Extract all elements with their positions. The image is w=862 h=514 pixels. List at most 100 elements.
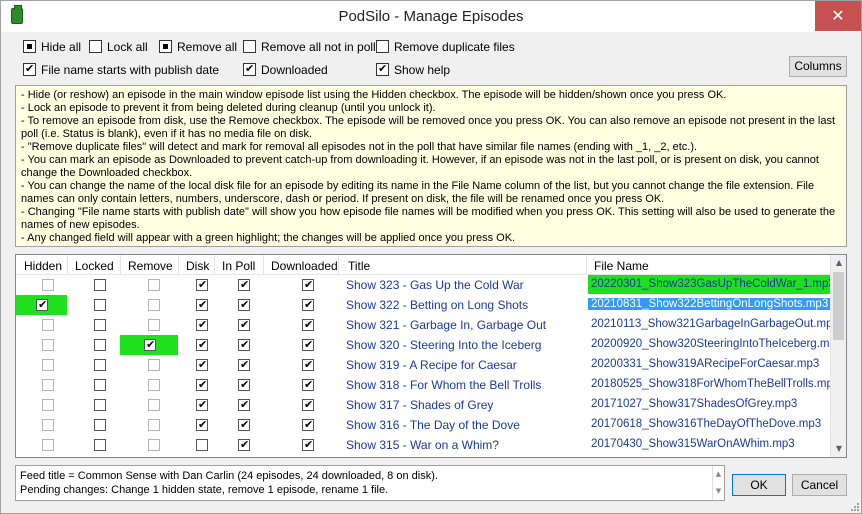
hide-all-option[interactable]: Hide all [23,40,81,54]
in-poll-checkbox[interactable] [238,438,250,451]
in-poll-checkbox[interactable] [238,378,250,391]
downloaded-checkbox[interactable] [302,338,314,351]
remove-duplicates-option[interactable]: Remove duplicate files [376,40,515,54]
episode-file-name[interactable]: 20220301_Show323GasUpTheColdWar_1.mp3 [588,275,835,294]
remove-checkbox[interactable] [144,338,156,351]
publish-date-checkbox[interactable] [23,62,36,77]
hidden-checkbox[interactable] [42,399,54,411]
hidden-checkbox[interactable] [42,439,54,451]
episode-title[interactable]: Show 323 - Gas Up the Cold War [346,278,524,292]
table-row[interactable]: Show 316 - The Day of the Dove 20170618_S… [16,415,832,435]
show-help-checkbox[interactable] [376,62,389,77]
locked-checkbox[interactable] [94,359,106,371]
table-row[interactable]: Show 321 - Garbage In, Garbage Out 202101… [16,315,839,335]
status-scrollbar[interactable]: ▲ ▼ [712,466,724,500]
hidden-checkbox[interactable] [42,279,54,291]
remove-checkbox[interactable] [148,279,160,291]
in-poll-checkbox[interactable] [238,318,250,331]
cancel-button[interactable]: Cancel [792,474,847,496]
episode-title[interactable]: Show 322 - Betting on Long Shots [346,298,528,312]
downloaded-option[interactable]: Downloaded [243,62,328,77]
downloaded-checkbox[interactable] [302,378,314,391]
column-header-in-poll[interactable]: In Poll [222,259,255,273]
scroll-up-icon[interactable]: ▲ [831,255,846,271]
disk-checkbox[interactable] [196,398,208,411]
hidden-checkbox[interactable] [42,339,54,351]
remove-checkbox[interactable] [148,419,160,431]
downloaded-checkbox[interactable] [243,62,256,77]
in-poll-checkbox[interactable] [238,398,250,411]
episode-file-name[interactable]: 20200331_Show319ARecipeForCaesar.mp3 [588,358,822,370]
column-header-title[interactable]: Title [348,259,370,273]
scrollbar-thumb[interactable] [833,272,844,340]
disk-checkbox[interactable] [196,338,208,351]
column-header-locked[interactable]: Locked [75,259,114,273]
resize-grip-icon[interactable] [849,501,859,511]
locked-checkbox[interactable] [94,379,106,391]
scroll-down-icon[interactable]: ▼ [831,441,846,457]
downloaded-checkbox[interactable] [302,298,314,311]
publish-date-option[interactable]: File name starts with publish date [23,62,219,77]
disk-checkbox[interactable] [196,358,208,371]
episode-file-name[interactable]: 20200920_Show320SteeringIntoTheIceberg.m… [588,338,845,350]
table-row[interactable]: Show 319 - A Recipe for Caesar 20200331_S… [16,355,832,375]
episode-title[interactable]: Show 321 - Garbage In, Garbage Out [346,318,546,332]
remove-duplicates-checkbox[interactable] [376,40,389,54]
table-row[interactable]: Show 317 - Shades of Grey 20171027_Show31… [16,395,832,415]
column-header-hidden[interactable]: Hidden [24,259,62,273]
episode-title[interactable]: Show 319 - A Recipe for Caesar [346,358,517,372]
in-poll-checkbox[interactable] [238,338,250,351]
downloaded-checkbox[interactable] [302,318,314,331]
hidden-checkbox[interactable] [42,379,54,391]
remove-all-option[interactable]: Remove all [159,40,237,54]
ok-button[interactable]: OK [732,474,786,496]
hide-all-checkbox[interactable] [23,40,36,54]
columns-button[interactable]: Columns [789,56,847,77]
locked-checkbox[interactable] [94,399,106,411]
hidden-checkbox[interactable] [36,298,48,311]
close-button[interactable]: ✕ [815,1,861,31]
disk-checkbox[interactable] [196,278,208,291]
downloaded-checkbox[interactable] [302,418,314,431]
episode-file-name[interactable]: 20171027_Show317ShadesOfGrey.mp3 [588,398,800,410]
disk-checkbox[interactable] [196,378,208,391]
remove-not-in-poll-checkbox[interactable] [243,40,256,54]
remove-all-checkbox[interactable] [159,40,172,54]
locked-checkbox[interactable] [94,319,106,331]
episode-title[interactable]: Show 316 - The Day of the Dove [346,418,520,432]
remove-checkbox[interactable] [148,439,160,451]
hidden-checkbox[interactable] [42,359,54,371]
remove-checkbox[interactable] [148,299,160,311]
table-row[interactable]: Show 320 - Steering Into the Iceberg 2020… [16,335,842,355]
episode-list[interactable]: Hidden Locked Remove Disk In Poll Downlo… [15,254,847,458]
episode-file-name[interactable]: 20180525_Show318ForWhomTheBellTrolls.mp3 [588,378,842,390]
downloaded-checkbox[interactable] [302,398,314,411]
lock-all-checkbox[interactable] [89,40,102,54]
in-poll-checkbox[interactable] [238,418,250,431]
episode-title[interactable]: Show 318 - For Whom the Bell Trolls [346,378,541,392]
locked-checkbox[interactable] [94,279,106,291]
remove-checkbox[interactable] [148,359,160,371]
episode-file-name[interactable]: 20170618_Show316TheDayOfTheDove.mp3 [588,418,824,430]
episode-title[interactable]: Show 320 - Steering Into the Iceberg [346,338,541,352]
lock-all-option[interactable]: Lock all [89,40,148,54]
disk-checkbox[interactable] [196,298,208,311]
table-row[interactable]: Show 318 - For Whom the Bell Trolls 20180… [16,375,839,395]
in-poll-checkbox[interactable] [238,298,250,311]
remove-not-in-poll-option[interactable]: Remove all not in poll [243,40,376,54]
episode-file-name[interactable]: 20210831_Show322BettingOnLongShots.mp3 [588,298,832,310]
episode-file-name[interactable]: 20170430_Show315WarOnAWhim.mp3 [588,438,798,450]
disk-checkbox[interactable] [196,318,208,331]
locked-checkbox[interactable] [94,439,106,451]
in-poll-checkbox[interactable] [238,278,250,291]
locked-checkbox[interactable] [94,299,106,311]
hidden-checkbox[interactable] [42,419,54,431]
column-header-file-name[interactable]: File Name [594,259,649,273]
episode-file-name[interactable]: 20210113_Show321GarbageInGarbageOut.mp3 [588,318,842,330]
list-scrollbar[interactable]: ▲ ▼ [830,255,846,457]
column-header-disk[interactable]: Disk [186,259,209,273]
episode-title[interactable]: Show 315 - War on a Whim? [346,438,499,452]
show-help-option[interactable]: Show help [376,62,450,77]
episode-title[interactable]: Show 317 - Shades of Grey [346,398,493,412]
column-header-downloaded[interactable]: Downloaded [271,259,338,273]
